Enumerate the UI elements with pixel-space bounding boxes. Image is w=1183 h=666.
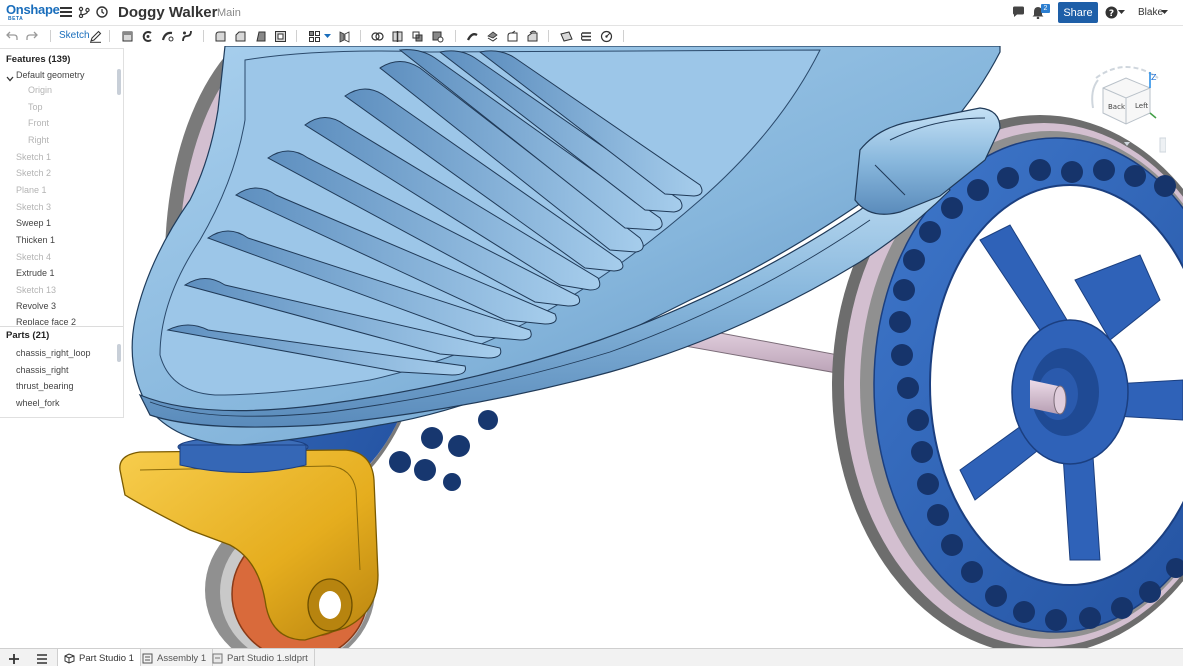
plane-icon[interactable] [559,29,573,43]
extrude-icon[interactable] [120,29,134,43]
default-geometry-group[interactable]: Default geometry [16,70,85,80]
split-icon[interactable] [390,29,404,43]
tab-assembly-1[interactable]: Assembly 1 [136,649,214,666]
sketch-button[interactable]: Sketch [59,30,90,41]
toolbar-divider [623,30,624,42]
tab-part-studio-sldprt[interactable]: Part Studio 1.sldprt [206,649,315,666]
enclose-icon[interactable] [485,29,499,43]
user-chevron-down-icon[interactable] [1160,5,1168,19]
tab-bar: Part Studio 1 Assembly 1 Part Studio 1.s… [0,648,1183,666]
revolve-icon[interactable] [140,29,154,43]
fillet-icon[interactable] [213,29,227,43]
toolbar-divider [50,30,51,42]
loft-icon[interactable] [180,29,194,43]
feature-item[interactable]: Sketch 1 [16,152,51,162]
part-item[interactable]: wheel_fork [16,398,60,408]
feature-item[interactable]: Front [28,118,49,128]
shell-icon[interactable] [273,29,287,43]
modify-fillet-icon[interactable] [505,29,519,43]
part-item[interactable]: thrust_bearing [16,381,74,391]
onshape-window: Onshape BETA Doggy Walker Main 2 Share ?… [0,0,1183,666]
help-chevron-down-icon[interactable] [1117,5,1125,19]
view-cube-back-face[interactable]: Back [1108,103,1126,111]
chamfer-icon[interactable] [233,29,247,43]
feature-item[interactable]: Plane 1 [16,185,47,195]
panel-divider [0,326,123,327]
toolbar-divider [109,30,110,42]
part-item[interactable]: chassis_right_loop [16,348,91,358]
chevron-down-icon[interactable] [6,70,14,82]
view-cube-left-face[interactable]: Left [1135,102,1148,110]
toolbar-divider [296,30,297,42]
graphics-viewport[interactable] [0,46,1183,648]
view-cube-z-axis: Z [1151,73,1157,82]
assembly-icon [142,653,153,663]
thicken-icon[interactable] [465,29,479,43]
view-cube-menu-icon[interactable] [1124,142,1130,146]
hamburger-menu-icon[interactable] [59,5,73,19]
part-item[interactable]: chassis_right [16,365,69,375]
document-branch: Main [217,7,241,19]
toolbar-divider [203,30,204,42]
comments-icon[interactable] [1011,5,1025,19]
pattern-chevron-down-icon[interactable] [323,29,331,43]
feature-item[interactable]: Origin [28,85,52,95]
feature-item[interactable]: Sketch 13 [16,285,56,295]
mirror-icon[interactable] [337,29,351,43]
versions-branch-icon[interactable] [77,5,91,19]
toolbar-divider [548,30,549,42]
sweep-icon[interactable] [160,29,174,43]
sketch-pencil-icon[interactable] [88,29,102,43]
feature-item[interactable]: Revolve 3 [16,301,56,311]
feature-item[interactable]: Sketch 3 [16,202,51,212]
tab-list-icon[interactable] [36,652,48,664]
tab-label: Part Studio 1.sldprt [227,652,308,664]
toolbar-divider [455,30,456,42]
document-title[interactable]: Doggy Walker [118,4,217,21]
tab-part-studio-1[interactable]: Part Studio 1 [57,649,141,666]
help-icon[interactable]: ? [1104,5,1118,19]
feature-item[interactable]: Thicken 1 [16,235,55,245]
view-options-icon[interactable] [1159,137,1167,153]
parts-scrollbar[interactable] [117,344,121,362]
feature-item[interactable]: Right [28,135,49,145]
add-tab-plus-icon[interactable] [8,652,20,664]
boolean-icon[interactable] [370,29,384,43]
feature-item[interactable]: Sweep 1 [16,218,51,228]
part-studio-icon [64,652,75,664]
feature-item[interactable]: Replace face 2 [16,317,76,325]
mate-connector-icon[interactable] [599,29,613,43]
top-bar: Onshape BETA Doggy Walker Main 2 Share ?… [0,0,1183,26]
replace-face-icon[interactable] [525,29,539,43]
features-header[interactable]: Features (139) [6,54,70,65]
undo-icon[interactable] [5,29,19,43]
draft-icon[interactable] [253,29,267,43]
feature-list-panel: Features (139) Default geometry Origin T… [0,48,124,418]
toolbar-divider [360,30,361,42]
svg-text:?: ? [1108,9,1113,19]
feature-item[interactable]: Sketch 2 [16,168,51,178]
tab-label: Part Studio 1 [79,652,134,664]
tab-label: Assembly 1 [157,652,207,664]
3d-model-render[interactable] [0,46,1183,648]
feature-toolbar: Sketch [0,27,1183,46]
imported-file-icon [212,653,223,663]
pattern-icon[interactable] [307,29,321,43]
parts-header[interactable]: Parts (21) [6,330,49,341]
helix-icon[interactable] [579,29,593,43]
notifications-count-badge: 2 [1041,4,1050,13]
view-cube[interactable]: Back Left Z [1088,58,1167,158]
share-button[interactable]: Share [1058,2,1098,23]
onshape-logo[interactable]: Onshape [6,3,60,16]
delete-part-icon[interactable] [430,29,444,43]
redo-icon[interactable] [25,29,39,43]
feature-item[interactable]: Sketch 4 [16,252,51,262]
feature-item[interactable]: Top [28,102,43,112]
beta-badge: BETA [8,16,24,22]
features-scrollbar[interactable] [117,69,121,95]
history-clock-icon[interactable] [95,5,109,19]
feature-item[interactable]: Extrude 1 [16,268,55,278]
transform-icon[interactable] [410,29,424,43]
